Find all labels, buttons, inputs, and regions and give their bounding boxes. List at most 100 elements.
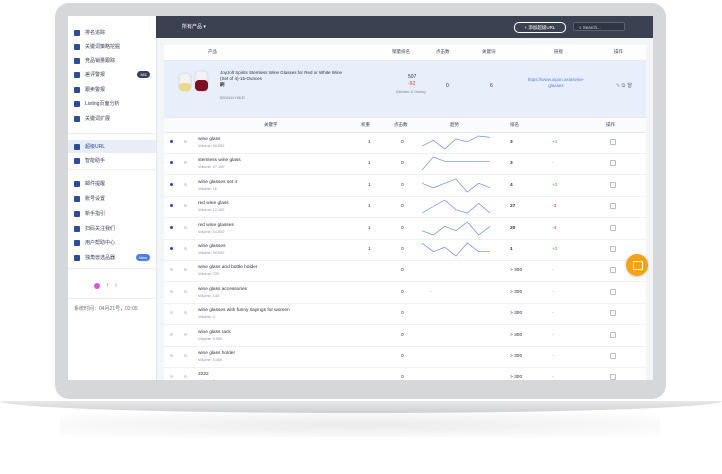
pin-icon[interactable] [184, 247, 187, 250]
open-link-icon[interactable] [610, 374, 616, 380]
edit-icon[interactable]: ✎ [616, 83, 620, 89]
star-icon[interactable] [170, 375, 173, 379]
header-link[interactable]: 链接 [554, 49, 563, 55]
pin-icon[interactable] [184, 204, 187, 208]
star-icon[interactable] [170, 311, 173, 315]
star-icon[interactable] [170, 289, 173, 293]
sidebar-item-6[interactable]: 关键词扩展 [68, 112, 156, 125]
sidebar-item-11[interactable]: 新手指引 [68, 207, 156, 220]
keyword-row[interactable]: wine glass holder Volume: 5,400 0 > 300 - [164, 346, 646, 368]
keyword-clicks: 0 [401, 225, 404, 231]
sidebar-item-13[interactable]: 用户帮助中心 [68, 236, 156, 249]
pin-icon[interactable] [184, 140, 187, 143]
kw-header-clicks[interactable]: 点击数 [394, 122, 408, 128]
header-sales-rank[interactable]: 销量排名 [392, 49, 410, 55]
open-link-icon[interactable] [610, 203, 616, 210]
open-link-icon[interactable] [610, 267, 616, 274]
trend-sparkline [422, 178, 490, 193]
pin-icon[interactable] [184, 268, 187, 272]
keyword-name: wine glass [198, 137, 221, 142]
keyword-row[interactable]: stemless wine glass Volume: 27,100 1 0 3 - [164, 153, 646, 176]
star-icon[interactable] [170, 204, 173, 208]
keyword-clicks: 0 [401, 332, 404, 338]
search-placeholder: Search... [582, 25, 601, 30]
sidebar-item-3[interactable]: 差评警报 461 [68, 68, 156, 81]
pin-icon[interactable] [184, 182, 187, 186]
header-clicks[interactable]: 点击数 [436, 49, 450, 55]
keyword-row[interactable]: wine glass and bottle holder Volume: 720 0… [164, 260, 646, 283]
keyword-clicks: 0 [401, 247, 404, 252]
product-dropdown-label: 所有产品 [182, 24, 203, 30]
kw-header-keyword[interactable]: 关键字 [264, 122, 278, 128]
header-actions: 操作 [614, 49, 623, 54]
pin-icon[interactable] [184, 375, 187, 379]
star-icon[interactable] [170, 182, 173, 186]
open-link-icon[interactable] [610, 139, 616, 145]
product-row[interactable]: JoyJolt Spirits Stemless Wine Glasses fo… [164, 61, 646, 117]
product-title[interactable]: JoyJolt Spirits Stemless Wine Glasses fo… [220, 70, 350, 88]
search-icon [74, 43, 80, 50]
open-link-icon[interactable] [610, 353, 616, 359]
sidebar-item-1[interactable]: 关键词策略挖掘 [68, 40, 156, 53]
star-icon[interactable] [170, 225, 173, 229]
add-super-url-button[interactable]: + 添加超级URL [514, 22, 566, 33]
sidebar-item-7[interactable]: 超级URL [68, 140, 156, 153]
pin-icon[interactable] [184, 332, 187, 336]
keyword-row[interactable]: 2222Volume: 0 0 > 300 - [164, 367, 646, 380]
keyword-row[interactable]: wine glass rack Volume: 9,900 0 > 300 - [164, 325, 646, 347]
sidebar-item-9[interactable]: 邮件提醒 [68, 177, 156, 190]
kw-header-weight[interactable]: 权重 [361, 122, 370, 128]
sidebar-item-12[interactable]: 扫码关注我们 [68, 222, 156, 235]
open-link-icon[interactable] [610, 310, 616, 317]
product-rank-category: Kitchen & Dining [396, 89, 426, 94]
facebook-icon[interactable]: f [107, 283, 108, 289]
keyword-row[interactable]: wine glasses with funny sayings for wome… [164, 303, 646, 326]
twitter-icon[interactable]: t [115, 283, 116, 289]
pin-icon[interactable] [184, 225, 187, 229]
keyword-row[interactable]: red wine glasses Volume: 14,800 1 0 20 -4 [164, 218, 646, 240]
sidebar-item-2[interactable]: 竞品销量跟踪 [68, 54, 156, 67]
search-input[interactable]: ⌕ Search... [573, 22, 625, 31]
sidebar-item-8[interactable]: 智能助手 [68, 154, 156, 167]
open-link-icon[interactable] [610, 288, 616, 295]
open-link-icon[interactable] [610, 246, 616, 252]
pin-icon[interactable] [184, 354, 187, 357]
open-link-icon[interactable] [610, 160, 616, 167]
kw-header-rank[interactable]: 排名 [510, 122, 519, 128]
sidebar-item-5[interactable]: Listing页面分析 [68, 97, 156, 110]
sidebar-item-10[interactable]: 账号设置 [68, 192, 156, 205]
open-icon[interactable]: ⧉ [622, 83, 626, 89]
expand-icon [74, 115, 80, 122]
product-dropdown[interactable]: 所有产品 ▾ [182, 23, 206, 30]
keyword-row[interactable]: wine glass accessories Volume: 140 0 > 300 -… [164, 282, 646, 304]
pin-icon[interactable] [184, 161, 187, 165]
keyword-row[interactable]: red wine glass Volume: 12,100 1 0 27 -3 [164, 196, 646, 219]
star-icon[interactable] [170, 140, 173, 143]
star-icon[interactable] [170, 332, 173, 336]
star-icon[interactable] [170, 268, 173, 272]
pin-icon[interactable] [184, 289, 187, 293]
star-icon[interactable] [170, 247, 173, 250]
keyword-clicks: 0 [401, 311, 404, 317]
keyword-row[interactable]: wine glass Volume: 90,900 1 0 3 +1 [164, 132, 646, 154]
sidebar-item-0[interactable]: 排名追踪 [68, 26, 156, 39]
open-link-icon[interactable] [610, 331, 616, 338]
keyword-row[interactable]: wine glasses set 4 Volume: 1k 1 0 4 +2 [164, 175, 646, 197]
open-link-icon[interactable] [610, 224, 616, 231]
star-icon[interactable] [170, 354, 173, 357]
product-link[interactable]: https://www.xipon.asia/wine-glasses [527, 77, 585, 89]
open-link-icon[interactable] [610, 181, 616, 188]
keyword-clicks: 0 [401, 375, 404, 380]
chat-button[interactable] [626, 254, 648, 276]
delete-icon[interactable]: 🗑 [627, 83, 633, 89]
header-keywords[interactable]: 关键词 [482, 49, 496, 55]
keyword-rank: > 300 [510, 354, 523, 359]
product-actions: ✎ ⧉ 🗑 [616, 83, 633, 89]
pin-icon[interactable] [184, 311, 187, 315]
sidebar-item-4[interactable]: 跟卖警报 [68, 83, 156, 96]
sidebar-item-14[interactable]: 独角兽选品器 New [68, 251, 156, 264]
header-product[interactable]: 产品 [208, 49, 217, 55]
keyword-row[interactable]: wine glasses Volume: 90,900 1 0 1 +2 [164, 239, 646, 261]
social-icon[interactable] [94, 283, 100, 289]
star-icon[interactable] [170, 161, 173, 165]
